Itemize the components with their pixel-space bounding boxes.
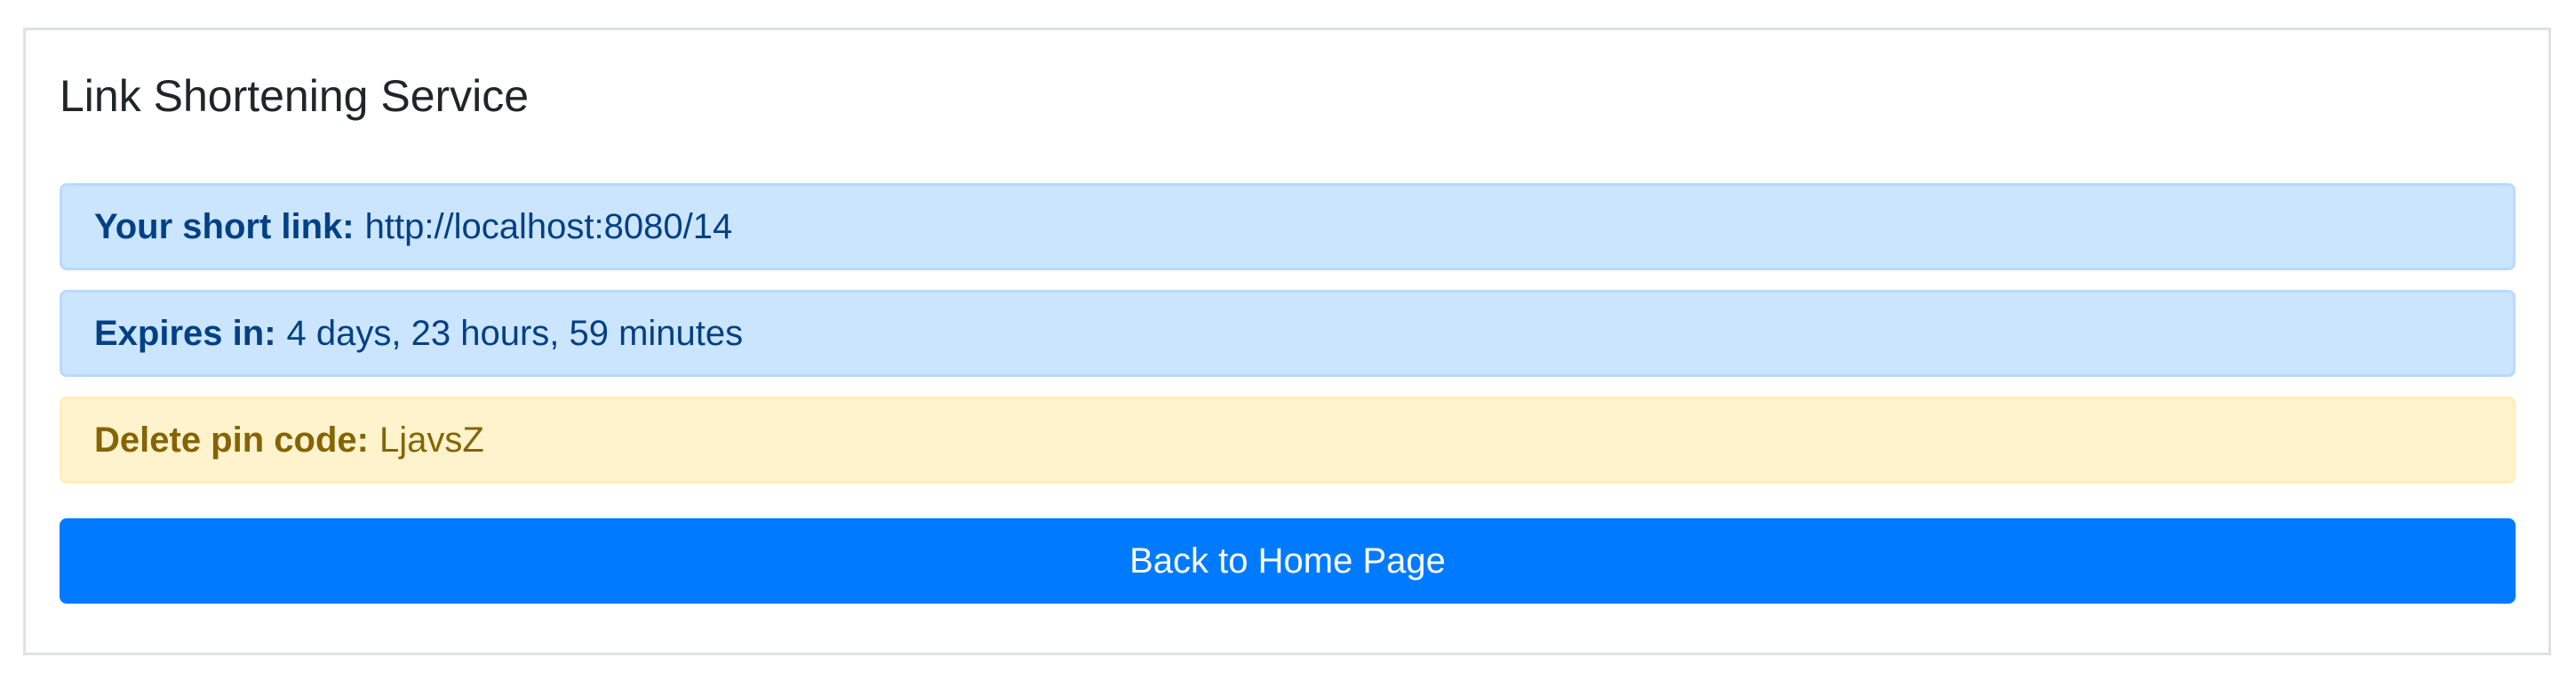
short-link-alert: Your short link: http://localhost:8080/1… [60, 183, 2516, 270]
delete-pin-label: Delete pin code: [94, 420, 369, 460]
short-link-value[interactable]: http://localhost:8080/14 [365, 207, 733, 247]
expires-value: 4 days, 23 hours, 59 minutes [286, 313, 744, 353]
delete-pin-alert: Delete pin code: LjavsZ [60, 397, 2516, 484]
expires-alert: Expires in: 4 days, 23 hours, 59 minutes [60, 290, 2516, 377]
page-title: Link Shortening Service [60, 71, 530, 121]
result-card: Link Shortening Service Your short link:… [23, 28, 2551, 655]
delete-pin-value: LjavsZ [379, 420, 484, 460]
expires-label: Expires in: [94, 313, 276, 353]
short-link-label: Your short link: [94, 206, 355, 246]
back-to-home-button[interactable]: Back to Home Page [60, 518, 2516, 604]
